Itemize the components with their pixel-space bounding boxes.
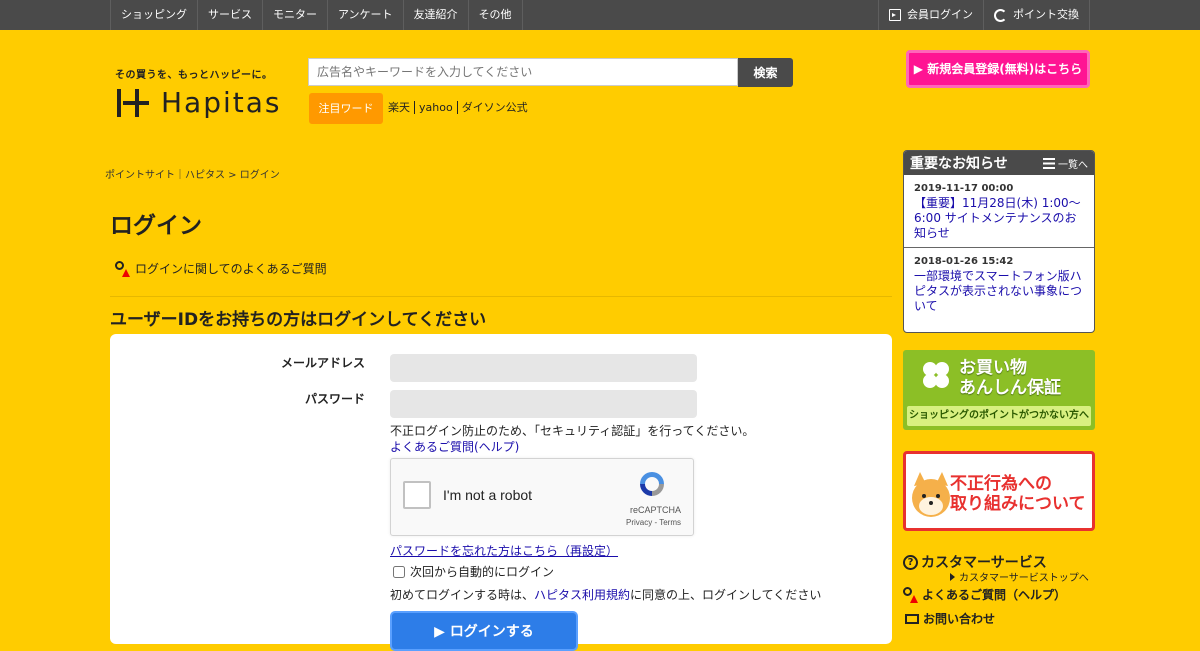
password-field[interactable] — [390, 390, 697, 418]
top-navigation-bar: ショッピング サービス モニター アンケート 友達紹介 その他 会員ログイン ポ… — [0, 0, 1200, 30]
shopping-guarantee-banner[interactable]: お買い物 あんしん保証 ショッピングのポイントがつかない方へ — [903, 350, 1095, 430]
search-button[interactable]: 検索 — [738, 58, 793, 87]
recaptcha-label: I'm not a robot — [443, 487, 533, 503]
breadcrumb: ポイントサイト｜ハピタス > ログイン — [105, 170, 280, 181]
category-nav: ショッピング サービス モニター アンケート 友達紹介 その他 — [110, 0, 523, 30]
recaptcha-brand: reCAPTCHA — [629, 505, 681, 515]
nav-service[interactable]: サービス — [198, 0, 263, 30]
page-title: ログイン — [110, 213, 202, 239]
notices-header: 重要なお知らせ 一覧へ — [904, 151, 1094, 175]
logo-tagline: その買うを、もっとハッピーに。 — [115, 70, 273, 81]
logo-text: Hapitas — [161, 86, 282, 119]
hapitas-logo[interactable]: Hapitas — [115, 86, 282, 119]
anti-fraud-banner[interactable]: 不正行為への 取り組みについて — [903, 451, 1095, 531]
hotword-link[interactable]: 楽天 — [388, 101, 414, 114]
key-icon — [115, 260, 131, 277]
login-form: メールアドレス パスワード 不正ログイン防止のため、「セキュリティ認証」を行って… — [110, 334, 892, 651]
shopping-guarantee-subtitle: ショッピングのポイントがつかない方へ — [907, 406, 1091, 426]
important-notices: 重要なお知らせ 一覧へ 2019-11-17 00:00 【重要】11月28日(… — [903, 150, 1095, 333]
member-login-label: 会員ログイン — [907, 8, 973, 21]
login-faq-label: ログインに関してのよくあるご質問 — [135, 262, 327, 276]
login-faq-link[interactable]: ログインに関してのよくあるご質問 — [115, 260, 327, 277]
password-label: パスワード — [304, 392, 365, 406]
key-icon — [903, 586, 919, 603]
clover-icon — [923, 362, 949, 388]
point-exchange-label: ポイント交換 — [1013, 8, 1079, 21]
nav-friend-referral[interactable]: 友達紹介 — [404, 0, 469, 30]
member-login-link[interactable]: 会員ログイン — [879, 0, 984, 30]
email-field[interactable] — [390, 354, 697, 382]
login-icon — [889, 9, 901, 21]
customer-service-top-label: カスタマーサービストップへ — [959, 573, 1089, 584]
hapitas-logo-mark-icon — [115, 87, 153, 119]
remember-me-checkbox[interactable] — [393, 565, 405, 578]
account-nav: 会員ログイン ポイント交換 — [878, 0, 1090, 30]
search-input[interactable] — [308, 58, 738, 86]
contact-label: お問い合わせ — [923, 612, 996, 626]
question-icon: ? — [903, 554, 918, 570]
mail-icon — [905, 613, 919, 624]
exchange-icon — [994, 8, 1007, 22]
recaptcha-checkbox[interactable] — [403, 481, 431, 509]
help-link[interactable]: よくあるご質問(ヘルプ) — [390, 438, 519, 455]
security-note: 不正ログイン防止のため、「セキュリティ認証」を行ってください。 — [390, 424, 755, 438]
notices-list-label: 一覧へ — [1058, 159, 1088, 171]
notice-item: 2018-01-26 15:42 一部環境でスマートフォン版ハピタスが表示されな… — [904, 248, 1094, 320]
section-title: ユーザーIDをお持ちの方はログインしてください — [110, 310, 487, 330]
email-label: メールアドレス — [280, 356, 365, 370]
terms-suffix: に同意の上、ログインしてください — [630, 588, 822, 602]
nav-monitor[interactable]: モニター — [263, 0, 328, 30]
contact-link[interactable]: お問い合わせ — [905, 610, 995, 627]
terms-link[interactable]: ハピタス利用規約 — [534, 588, 630, 602]
hotword-link[interactable]: yahoo — [414, 101, 457, 114]
terms-note: 初めてログインする時は、ハピタス利用規約に同意の上、ログインしてください — [390, 586, 821, 603]
terms-prefix: 初めてログインする時は、 — [390, 588, 535, 602]
hotword-label: 注目ワード — [309, 93, 383, 124]
remember-me[interactable]: 次回から自動的にログイン — [393, 563, 554, 580]
notices-title: 重要なお知らせ — [910, 156, 1008, 172]
nav-survey[interactable]: アンケート — [328, 0, 404, 30]
recaptcha-legal[interactable]: Privacy - Terms — [626, 518, 681, 527]
remember-me-label: 次回から自動的にログイン — [410, 565, 555, 579]
notice-date: 2019-11-17 00:00 — [914, 183, 1014, 194]
forgot-password-link[interactable]: パスワードを忘れた方はこちら（再設定） — [390, 542, 618, 559]
point-exchange-link[interactable]: ポイント交換 — [984, 0, 1090, 30]
faq-help-link[interactable]: よくあるご質問（ヘルプ） — [903, 586, 1066, 603]
arrow-right-icon — [950, 572, 955, 581]
login-button[interactable]: ▶ ログインする — [390, 611, 578, 651]
shiba-dog-icon — [912, 472, 950, 517]
nav-other[interactable]: その他 — [469, 0, 523, 30]
list-icon — [1043, 157, 1055, 169]
faq-help-label: よくあるご質問（ヘルプ） — [922, 588, 1067, 602]
register-button[interactable]: ▶ 新規会員登録(無料)はこちら — [906, 50, 1090, 88]
shopping-guarantee-title: お買い物 あんしん保証 — [959, 358, 1061, 398]
recaptcha-logo-icon — [640, 472, 664, 496]
notice-date: 2018-01-26 15:42 — [914, 256, 1014, 267]
notice-link[interactable]: 一部環境でスマートフォン版ハピタスが表示されない事象について — [914, 269, 1084, 314]
hotword-list: 楽天 yahoo ダイソン公式 — [388, 101, 532, 114]
nav-shopping[interactable]: ショッピング — [111, 0, 198, 30]
customer-service-top-link[interactable]: カスタマーサービストップへ — [950, 569, 1089, 584]
divider — [110, 296, 892, 297]
notice-link[interactable]: 【重要】11月28日(木) 1:00～6:00 サイトメンテナンスのお知らせ — [914, 196, 1084, 241]
hotword-link[interactable]: ダイソン公式 — [456, 101, 532, 114]
recaptcha-widget: I'm not a robot reCAPTCHA Privacy - Term… — [390, 458, 694, 536]
notices-list-link[interactable]: 一覧へ — [1043, 156, 1088, 171]
anti-fraud-text: 不正行為への 取り組みについて — [950, 474, 1086, 514]
notice-item: 2019-11-17 00:00 【重要】11月28日(木) 1:00～6:00… — [904, 175, 1094, 248]
